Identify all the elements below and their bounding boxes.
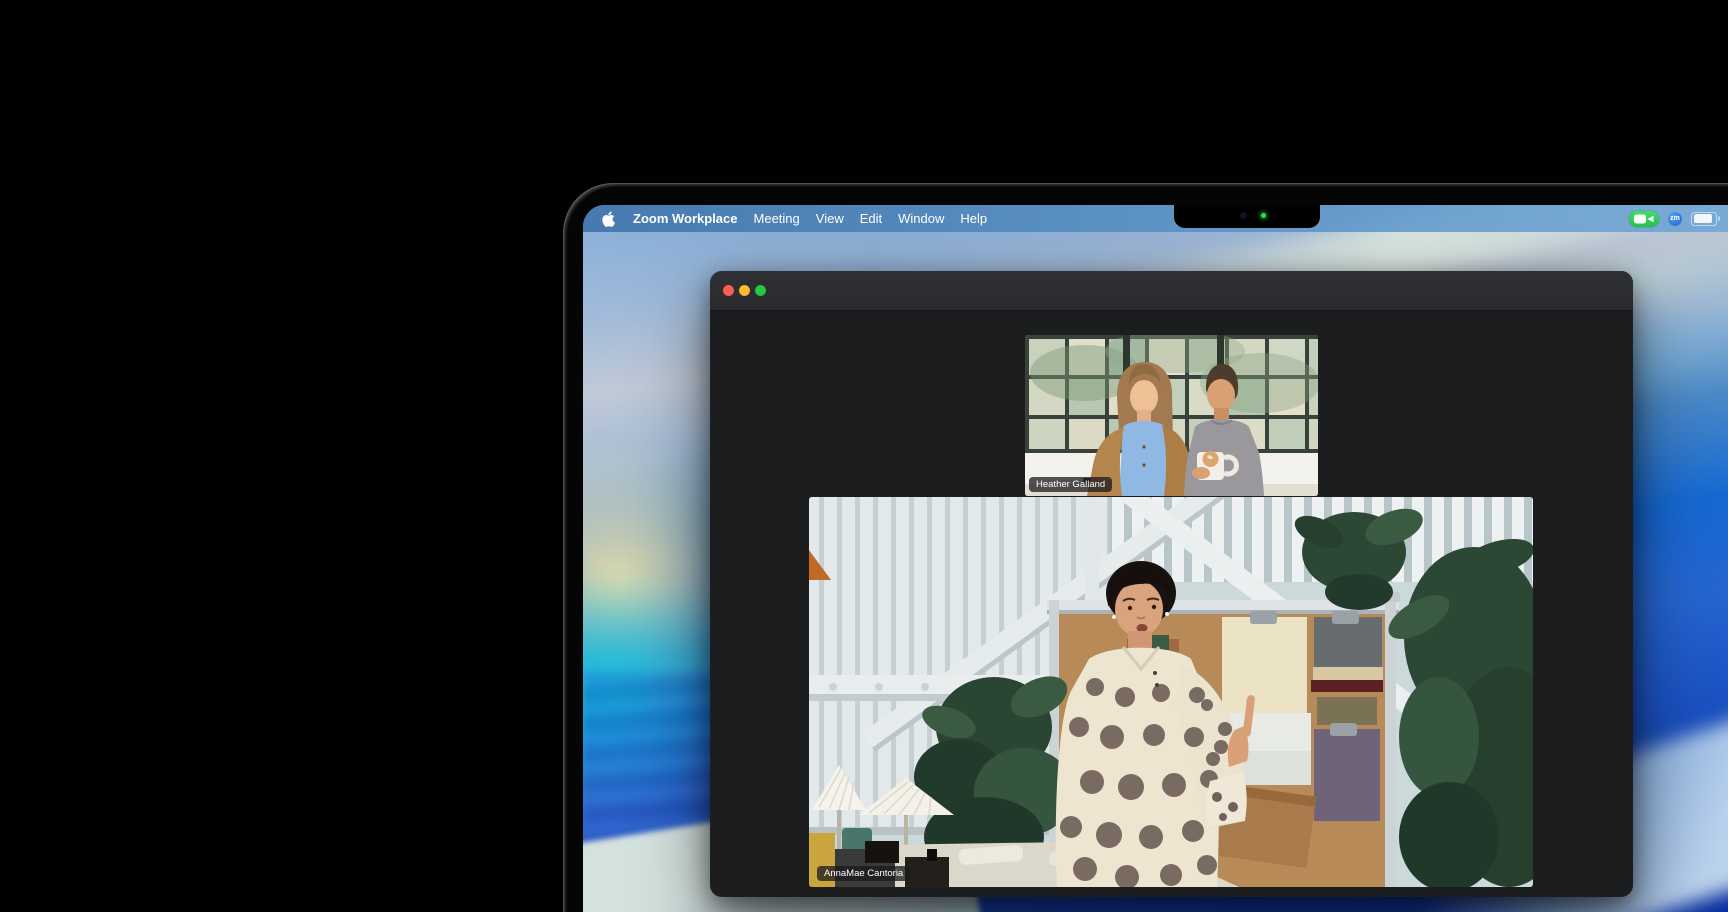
close-button[interactable] (723, 285, 734, 296)
battery-nub (1718, 216, 1720, 221)
battery-fill (1694, 214, 1712, 223)
video-camera-icon (1633, 213, 1655, 225)
participant-name-label: AnnaMae Cantoria (817, 866, 910, 881)
menu-help[interactable]: Help (960, 211, 987, 226)
minimize-button[interactable] (739, 285, 750, 296)
video-tile-annamae[interactable]: AnnaMae Cantoria (809, 497, 1533, 887)
battery-icon[interactable] (1691, 212, 1717, 226)
video-tile-heather[interactable]: Heather Galland (1025, 335, 1318, 496)
facetime-camera-icon (1240, 212, 1247, 219)
menu-edit[interactable]: Edit (860, 211, 882, 226)
fullscreen-button[interactable] (755, 285, 766, 296)
remote-video-1 (1025, 335, 1318, 496)
camera-indicator-led (1261, 213, 1266, 218)
laptop-bezel: Zoom Workplace Meeting View Edit Window … (563, 183, 1728, 912)
apple-icon (602, 211, 615, 227)
menu-meeting[interactable]: Meeting (754, 211, 800, 226)
menu-window[interactable]: Window (898, 211, 944, 226)
menu-app-name[interactable]: Zoom Workplace (633, 211, 738, 226)
camera-active-indicator[interactable] (1629, 211, 1659, 227)
window-titlebar[interactable] (710, 271, 1633, 311)
zoom-meeting-window: Heather Galland (710, 271, 1633, 897)
zoom-menubar-icon[interactable]: zm (1668, 212, 1682, 226)
traffic-lights (723, 285, 766, 296)
menu-view[interactable]: View (816, 211, 844, 226)
remote-video-2 (809, 497, 1533, 887)
participant-name-label: Heather Galland (1029, 477, 1112, 492)
display-notch (1174, 205, 1320, 228)
laptop-screen: Zoom Workplace Meeting View Edit Window … (583, 205, 1728, 912)
zm-badge-text: zm (1670, 215, 1680, 222)
menu-bar: Zoom Workplace Meeting View Edit Window … (583, 205, 1728, 232)
apple-menu[interactable] (602, 211, 615, 227)
